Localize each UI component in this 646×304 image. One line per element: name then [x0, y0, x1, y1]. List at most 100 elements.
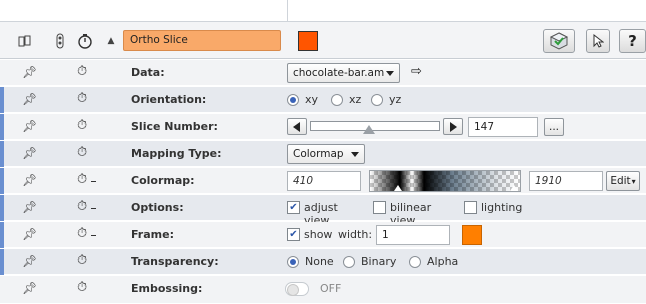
frame-show-label: show [304, 228, 333, 241]
timer-icon[interactable]: ⏱︎ [77, 91, 87, 106]
pin-icon[interactable]: 📌︎ [22, 254, 37, 268]
timer-icon[interactable]: ⏱︎ [77, 280, 87, 295]
timer-icon[interactable]: ⏱︎ [77, 64, 87, 79]
frame-color-swatch[interactable] [462, 225, 482, 245]
port-label-data: Data: [131, 66, 165, 79]
module-header: ▲ Ortho Slice ? [0, 22, 646, 59]
orientation-radio-xz[interactable] [331, 94, 343, 106]
step-left-icon [293, 121, 300, 132]
data-select[interactable]: chocolate-bar.am [287, 63, 400, 83]
slider-thumb[interactable] [363, 125, 375, 134]
timer-icon[interactable]: ⏱︎ [77, 118, 87, 133]
pin-icon[interactable]: 📌︎ [22, 92, 37, 106]
orientation-radio-xy[interactable] [287, 94, 299, 106]
timer-icon[interactable] [77, 32, 93, 50]
timer-icon[interactable]: ⏱︎ [77, 253, 87, 268]
pin-icon[interactable]: 📌︎ [22, 200, 37, 214]
slice-options-button[interactable]: ... [544, 118, 564, 136]
timer-icon[interactable]: ⏱︎ [77, 199, 96, 214]
bilinear-view-checkbox[interactable] [373, 201, 386, 214]
lighting-checkbox[interactable] [464, 201, 477, 214]
row-indicator [0, 222, 4, 248]
orientation-label-yz: yz [389, 93, 402, 106]
top-strip [0, 0, 646, 22]
transparency-radio-binary[interactable] [343, 256, 355, 268]
port-label-frame: Frame: [131, 228, 174, 241]
top-divider [287, 0, 288, 22]
orientation-label-xy: xy [305, 93, 319, 106]
connect-arrow-icon[interactable]: ⇨ [411, 64, 422, 79]
dock-icon[interactable] [17, 32, 33, 50]
frame-show-checkbox[interactable]: ✔ [287, 228, 300, 241]
step-right-icon [450, 121, 457, 132]
pointer-icon [593, 34, 604, 48]
embossing-state-label: OFF [320, 282, 342, 295]
port-label-colormap: Colormap: [131, 174, 195, 187]
slider-track [310, 121, 440, 131]
port-label-orientation: Orientation: [131, 93, 207, 106]
colormap-edit-button[interactable]: Edit ▾ [606, 171, 640, 191]
help-icon: ? [628, 32, 637, 50]
port-label-options: Options: [131, 201, 184, 214]
slice-slider[interactable] [310, 119, 440, 135]
transparency-label-none: None [305, 255, 334, 268]
colormap-marker-left[interactable] [394, 185, 402, 191]
module-name-field[interactable]: Ortho Slice [123, 30, 281, 51]
embossing-toggle[interactable] [285, 282, 309, 296]
pin-icon[interactable]: 📌︎ [22, 173, 37, 187]
timer-icon[interactable]: ⏱︎ [77, 145, 87, 160]
transparency-radio-alpha[interactable] [409, 256, 421, 268]
orientation-radio-yz[interactable] [371, 94, 383, 106]
slice-increment-button[interactable] [443, 118, 463, 135]
row-indicator [0, 141, 4, 167]
help-button[interactable]: ? [619, 29, 646, 53]
mapping-type-select[interactable]: Colormap [287, 144, 365, 164]
slice-decrement-button[interactable] [287, 118, 307, 135]
pointer-button[interactable] [586, 29, 610, 53]
pin-icon[interactable]: 📌︎ [22, 281, 37, 295]
colormap-preview[interactable] [369, 170, 521, 192]
row-orientation: 📌︎ ⏱︎ Orientation: xy xz yz [0, 87, 646, 113]
pin-icon[interactable]: 📌︎ [22, 227, 37, 241]
slice-number-field[interactable]: 147 [468, 117, 538, 137]
lighting-label: lighting [481, 201, 523, 214]
port-label-embossing: Embossing: [131, 282, 203, 295]
dropdown-caret-icon: ▾ [631, 176, 636, 186]
viewer-toggle-button[interactable] [543, 29, 575, 53]
pin-icon[interactable]: 📌︎ [22, 65, 37, 79]
pin-icon[interactable]: 📌︎ [22, 119, 37, 133]
colormap-marker-right[interactable] [510, 185, 518, 191]
frame-width-label: width: [338, 228, 373, 241]
row-indicator [0, 249, 4, 275]
row-slice-number: 📌︎ ⏱︎ Slice Number: 147 ... [0, 114, 646, 140]
row-colormap: 📌︎ ⏱︎ Colormap: 410 1910 Edit ▾ [0, 168, 646, 194]
colormap-min-field[interactable]: 410 [287, 171, 361, 191]
port-label-slice-number: Slice Number: [131, 120, 218, 133]
row-indicator [0, 114, 4, 140]
row-transparency: 📌︎ ⏱︎ Transparency: None Binary Alpha [0, 249, 646, 275]
row-indicator [0, 87, 4, 113]
timer-icon[interactable]: ⏱︎ [77, 226, 96, 241]
collapse-arrow-icon[interactable]: ▲ [103, 32, 119, 50]
row-indicator [0, 195, 4, 221]
port-icon[interactable] [52, 32, 68, 50]
pin-icon[interactable]: 📌︎ [22, 146, 37, 160]
colormap-max-field[interactable]: 1910 [529, 171, 603, 191]
transparency-radio-none[interactable] [287, 256, 299, 268]
row-embossing: 📌︎ ⏱︎ Embossing: OFF [0, 276, 646, 304]
row-frame: 📌︎ ⏱︎ Frame: ✔ show width: 1 [0, 222, 646, 248]
viewer-toggle-icon [549, 32, 569, 50]
row-options: 📌︎ ⏱︎ Options: ✔ adjust view bilinear vi… [0, 195, 646, 227]
row-mapping-type: 📌︎ ⏱︎ Mapping Type: Colormap [0, 141, 646, 167]
adjust-view-checkbox[interactable]: ✔ [287, 201, 300, 214]
transparency-label-binary: Binary [361, 255, 397, 268]
timer-icon[interactable]: ⏱︎ [77, 172, 96, 187]
colormap-checker [370, 171, 520, 191]
module-color-swatch[interactable] [298, 31, 318, 51]
row-data: 📌︎ ⏱︎ Data: chocolate-bar.am ⇨ [0, 60, 646, 86]
orientation-label-xz: xz [349, 93, 362, 106]
port-label-mapping-type: Mapping Type: [131, 147, 222, 160]
row-indicator [0, 168, 4, 194]
frame-width-field[interactable]: 1 [376, 225, 450, 245]
transparency-label-alpha: Alpha [427, 255, 459, 268]
